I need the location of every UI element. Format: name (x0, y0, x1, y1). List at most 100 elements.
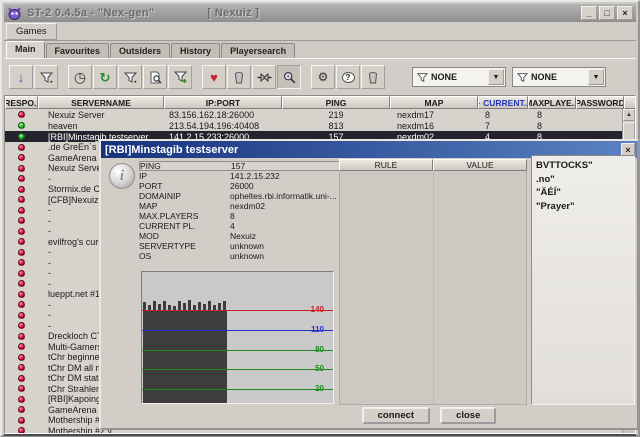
status-dot-red (18, 154, 25, 162)
filter-button[interactable] (34, 65, 58, 89)
funnel-icon (123, 72, 137, 83)
trash-icon (235, 71, 243, 83)
property-row: MOD Nexuiz (139, 231, 372, 241)
rule-column-header[interactable]: RULE (339, 159, 433, 171)
ping-time-button[interactable]: ◷ (68, 65, 92, 89)
tab-favourites[interactable]: Favourites (45, 43, 110, 58)
filter-add-button[interactable] (168, 65, 192, 89)
magnifier-icon (283, 71, 295, 83)
clock-icon: ◷ (73, 69, 87, 85)
cell-max: 8 (537, 120, 543, 131)
title-bar: ST-2 0.4.5a - "Nex-gen" [ Nexuiz ] _ □ × (4, 4, 636, 22)
tab-history[interactable]: History (171, 43, 221, 58)
tab-main[interactable]: Main (6, 41, 45, 58)
down-arrow-icon: ↓ (17, 69, 25, 85)
cell-max: 8 (537, 109, 543, 120)
gridline-20: 20 (142, 384, 333, 393)
filter-refresh-button[interactable] (118, 65, 142, 89)
property-row: MAX.PLAYERS 8 (139, 211, 372, 221)
zoom-button[interactable] (277, 65, 301, 89)
property-label: IP (139, 171, 148, 181)
chevron-down-icon[interactable]: ▼ (588, 69, 604, 85)
app-icon (7, 6, 22, 21)
filter-dropdown-1[interactable]: NONE ▼ (412, 67, 506, 87)
column-header-password[interactable]: PASSWORD (576, 96, 624, 109)
column-header-map[interactable]: MAP (390, 96, 478, 109)
status-dot-red (18, 206, 25, 214)
status-dot-red (18, 290, 25, 298)
close-button[interactable]: × (617, 6, 633, 20)
gridline-label: 80 (315, 344, 324, 354)
column-header-current[interactable]: ▲CURRENT... (478, 96, 528, 109)
cell-password (576, 109, 622, 120)
property-label: DOMAINIP (139, 191, 182, 201)
help-button[interactable]: ? (336, 65, 360, 89)
minimize-button[interactable]: _ (581, 6, 597, 20)
plug-icon (257, 72, 271, 82)
status-dot-red (18, 406, 25, 414)
options-button[interactable]: ⚙ (311, 65, 335, 89)
clear-list-button[interactable] (361, 65, 385, 89)
question-bubble-icon: ? (341, 71, 355, 83)
chevron-down-icon[interactable]: ▼ (488, 69, 504, 85)
funnel-plus-icon (173, 71, 187, 83)
menu-games[interactable]: Games (6, 22, 57, 40)
cell-name: heaven (48, 120, 78, 131)
cell-map: nexdm16 (397, 120, 435, 131)
status-dot-red (18, 416, 25, 424)
connect-button[interactable]: connect (361, 407, 431, 424)
column-header-ping[interactable]: PING (282, 96, 390, 109)
favourite-button[interactable]: ♥ (202, 65, 226, 89)
status-dot-red (18, 364, 25, 372)
table-row[interactable]: heaven 213.54.194.196:40408 813 nexdm16 7 8 (5, 120, 622, 131)
toolbar: ↓ ◷ ↻ ♥ ⚙ ? NONE ▼ NONE ▼ (4, 61, 636, 93)
update-serverlist-button[interactable]: ↓ (9, 65, 33, 89)
column-header-respo[interactable]: RESPO.. (5, 96, 38, 109)
filter-dropdown-2-value: NONE (531, 72, 558, 82)
table-row[interactable]: Nexuiz Server 83.156.162.18:26000 219 nexdm… (5, 109, 622, 120)
cell-ip: 213.54.194.196:40408 (169, 120, 260, 131)
heart-icon: ♥ (210, 69, 218, 85)
status-dot-red (18, 301, 25, 309)
status-dot-red (18, 259, 25, 267)
sort-ascending-icon: ▲ (479, 100, 481, 106)
property-row: CURRENT PL. 4 (139, 221, 372, 231)
status-dot-red (18, 322, 25, 330)
property-label: MAX.PLAYERS (139, 211, 199, 221)
delete-server-button[interactable] (227, 65, 251, 89)
player-name: BVTTOCKS" (536, 160, 593, 171)
view-details-button[interactable] (143, 65, 167, 89)
funnel-icon (517, 72, 528, 82)
connect-tool-button[interactable] (252, 65, 276, 89)
gear-icon: ⚙ (317, 70, 329, 84)
status-dot-red (18, 238, 25, 246)
cell-password (576, 120, 622, 131)
gridline-label: 110 (311, 325, 324, 334)
status-dot-green (18, 133, 25, 140)
gridline-110: 110 (142, 325, 333, 334)
status-dot-red (18, 111, 25, 118)
server-details-dialog: [RBI]Minstagib testserver × i PING 157 IP 1… (99, 139, 639, 430)
property-label: OS (139, 251, 152, 261)
status-dot-red (18, 374, 25, 382)
dialog-title: [RBI]Minstagib testserver (105, 143, 239, 156)
status-dot-red (18, 343, 25, 351)
cell-name: Nexuiz Server (48, 109, 105, 120)
gridline-label: 20 (315, 383, 324, 393)
info-icon: i (109, 163, 135, 189)
maximize-button[interactable]: □ (599, 6, 615, 20)
property-label: CURRENT PL. (139, 221, 196, 231)
scroll-up-icon[interactable]: ▲ (623, 109, 635, 121)
rule-table: RULE VALUE (339, 159, 527, 405)
value-column-header[interactable]: VALUE (433, 159, 527, 171)
tab-playersearch[interactable]: Playersearch (221, 43, 296, 58)
tab-outsiders[interactable]: Outsiders (110, 43, 171, 58)
column-header-maxplaye[interactable]: MAXPLAYE... (528, 96, 576, 109)
column-header-servername[interactable]: SERVERNAME (38, 96, 164, 109)
filter-dropdown-2[interactable]: NONE ▼ (512, 67, 606, 87)
column-header-ipport[interactable]: IP:PORT (164, 96, 282, 109)
status-dot-red (18, 353, 25, 361)
dialog-close-action-button[interactable]: close (440, 407, 497, 424)
status-dot-red (18, 427, 25, 433)
refresh-button[interactable]: ↻ (93, 65, 117, 89)
